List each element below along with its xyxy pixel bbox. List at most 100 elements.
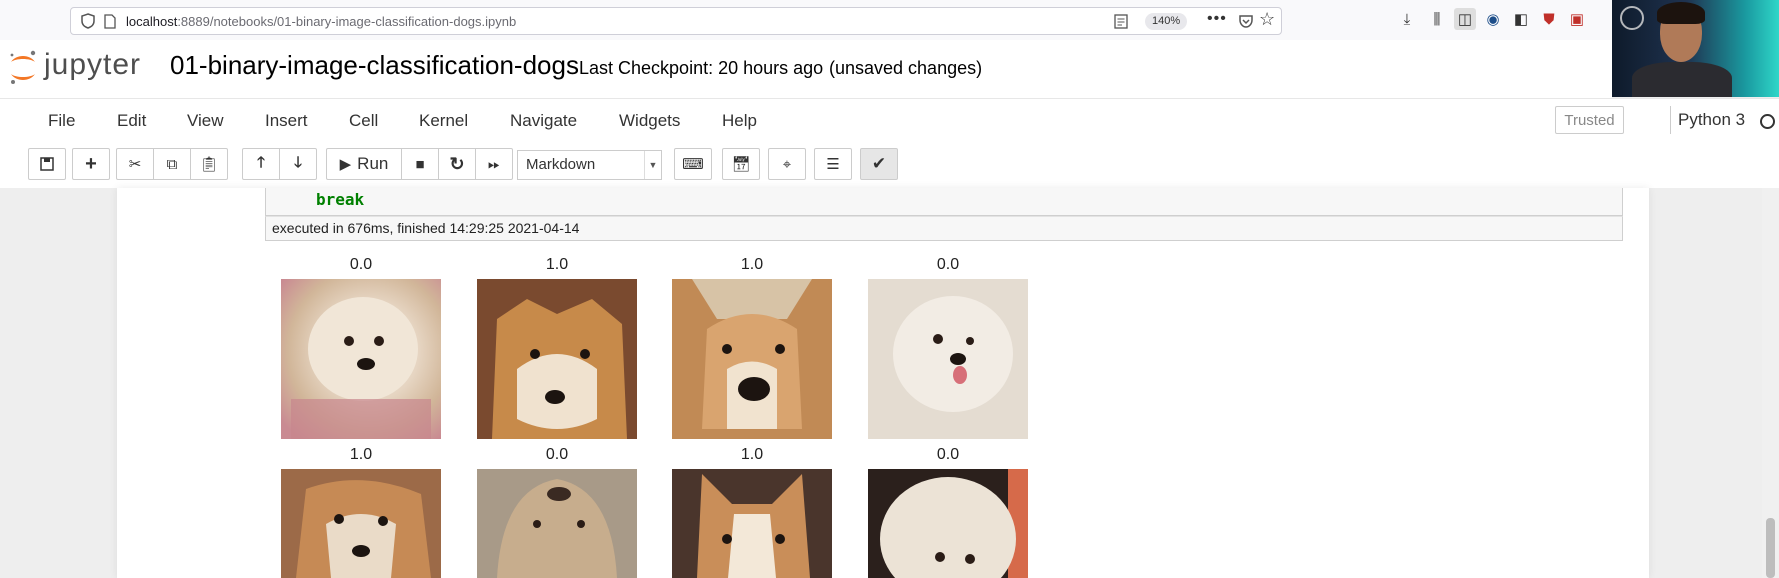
interrupt-button[interactable]: ■ xyxy=(401,148,439,180)
globe-extension-icon[interactable]: ◉ xyxy=(1482,8,1504,30)
thumb-label: 1.0 xyxy=(349,446,373,463)
extensions-group: 📅︎ xyxy=(722,148,760,180)
webcam-overlay xyxy=(1612,0,1779,97)
move-group: 🡑 🡓 xyxy=(242,148,317,180)
run-button[interactable]: ▶ Run xyxy=(326,148,402,180)
cut-button[interactable]: ✂ xyxy=(116,148,154,180)
browser-toolbar: localhost:8889/notebooks/01-binary-image… xyxy=(0,0,1779,40)
menu-cell[interactable]: Cell xyxy=(349,111,378,131)
dog-face-drawing xyxy=(893,296,1013,412)
code-line: break xyxy=(316,190,365,209)
menu-view[interactable]: View xyxy=(187,111,224,131)
library-icon[interactable]: ⫼ xyxy=(1426,8,1448,30)
channel-logo xyxy=(1620,6,1644,30)
dog-image xyxy=(477,469,637,578)
kernel-idle-indicator-icon xyxy=(1760,114,1775,129)
dog-face-drawing xyxy=(477,279,637,439)
menu-help[interactable]: Help xyxy=(722,111,757,131)
pocket-icon[interactable] xyxy=(1238,13,1254,29)
restart-run-all-button[interactable]: ⏩︎ xyxy=(475,148,513,180)
webcam-person-body xyxy=(1632,62,1732,97)
copy-button[interactable]: ⧉ xyxy=(153,148,191,180)
run-group: ▶ Run ■ ↻ ⏩︎ xyxy=(326,148,513,180)
kernel-name[interactable]: Python 3 xyxy=(1678,110,1745,130)
menu-file[interactable]: File xyxy=(48,111,75,131)
thumb-label: 1.0 xyxy=(545,256,569,273)
arrow-down-icon: 🡓 xyxy=(294,153,302,171)
trusted-indicator[interactable]: Trusted xyxy=(1555,106,1624,134)
dog-image xyxy=(868,279,1028,439)
thumb-label: 0.0 xyxy=(545,446,569,463)
insert-group: + xyxy=(72,148,110,180)
page-icon[interactable] xyxy=(104,14,116,29)
url-path: :8889/notebooks/01-binary-image-classifi… xyxy=(177,14,517,29)
url-bar[interactable]: localhost:8889/notebooks/01-binary-image… xyxy=(70,7,1282,35)
sidebar-icon[interactable]: ◫ xyxy=(1454,8,1476,30)
dog-image xyxy=(868,469,1028,578)
table-of-contents-button[interactable]: ☰ xyxy=(814,148,852,180)
thumb-label: 0.0 xyxy=(936,256,960,273)
dog-face-drawing xyxy=(477,469,637,578)
shield-icon[interactable] xyxy=(81,13,95,29)
dog-face-drawing xyxy=(672,469,832,578)
menu-insert[interactable]: Insert xyxy=(265,111,308,131)
dog-image xyxy=(281,279,441,439)
thumb-label: 1.0 xyxy=(740,446,764,463)
move-up-button[interactable]: 🡑 xyxy=(242,148,280,180)
crosshair-group: ⌖ xyxy=(768,148,806,180)
restart-button[interactable]: ↻ xyxy=(438,148,476,180)
paste-button[interactable]: 📋︎ xyxy=(190,148,228,180)
page-actions-icon[interactable]: ••• xyxy=(1207,10,1227,28)
crosshair-button[interactable]: ⌖ xyxy=(768,148,806,180)
save-status: (unsaved changes) xyxy=(829,58,983,78)
dog-image xyxy=(477,279,637,439)
jupyter-logo-icon[interactable] xyxy=(8,48,38,86)
spellcheck-button[interactable]: ✔ xyxy=(860,148,898,180)
checkmark-icon: ✔ xyxy=(871,154,887,173)
menu-navigate[interactable]: Navigate xyxy=(510,111,577,131)
container-icon[interactable]: ▣ xyxy=(1566,8,1588,30)
menu-edit[interactable]: Edit xyxy=(117,111,146,131)
fast-forward-icon: ⏩︎ xyxy=(487,155,500,173)
thumb-label: 0.0 xyxy=(349,256,373,273)
reader-view-icon[interactable] xyxy=(1114,14,1128,29)
page-scrollbar[interactable] xyxy=(1762,188,1779,578)
dog-image xyxy=(672,469,832,578)
dog-image xyxy=(281,469,441,578)
jupyter-wordmark: jupyter xyxy=(44,48,142,81)
bookmark-star-icon[interactable]: ☆ xyxy=(1259,9,1275,30)
notebook-title[interactable]: 01-binary-image-classification-dogs xyxy=(170,50,579,81)
dog-face-drawing xyxy=(281,469,441,578)
save-button[interactable] xyxy=(28,148,66,180)
arrow-up-icon: 🡑 xyxy=(257,153,265,171)
calendar-button[interactable]: 📅︎ xyxy=(722,148,760,180)
extension-icon[interactable]: ◧ xyxy=(1510,8,1532,30)
thumb-label: 1.0 xyxy=(740,256,764,273)
dog-face-drawing xyxy=(291,297,431,439)
paste-icon: 📋︎ xyxy=(199,156,219,173)
url-text[interactable]: localhost:8889/notebooks/01-binary-image… xyxy=(126,14,516,29)
dog-image xyxy=(672,279,832,439)
jupyter-header: jupyter 01-binary-image-classification-d… xyxy=(0,40,1612,98)
scissors-icon: ✂ xyxy=(128,156,142,173)
thumb-label: 0.0 xyxy=(936,446,960,463)
restart-icon: ↻ xyxy=(449,153,465,174)
keyboard-icon: ⌨ xyxy=(682,156,704,173)
execution-time: executed in 676ms, finished 14:29:25 202… xyxy=(265,216,1623,241)
plus-icon: + xyxy=(85,152,97,175)
zoom-level[interactable]: 140% xyxy=(1145,13,1188,30)
url-host: localhost xyxy=(126,14,178,29)
ublock-icon[interactable]: ⛊ xyxy=(1538,8,1560,30)
menu-kernel[interactable]: Kernel xyxy=(419,111,468,131)
scrollbar-thumb[interactable] xyxy=(1766,518,1775,578)
download-icon[interactable]: ⤓ xyxy=(1396,8,1418,30)
move-down-button[interactable]: 🡓 xyxy=(279,148,317,180)
chevron-down-icon: ▼ xyxy=(644,151,661,179)
keyboard-group: ⌨ xyxy=(674,148,712,180)
menu-widgets[interactable]: Widgets xyxy=(619,111,680,131)
insert-cell-button[interactable]: + xyxy=(72,148,110,180)
command-palette-button[interactable]: ⌨ xyxy=(674,148,712,180)
code-editor[interactable]: break xyxy=(265,188,1623,216)
kernel-separator xyxy=(1670,106,1671,134)
cell-type-select[interactable]: Markdown ▼ xyxy=(517,150,662,180)
